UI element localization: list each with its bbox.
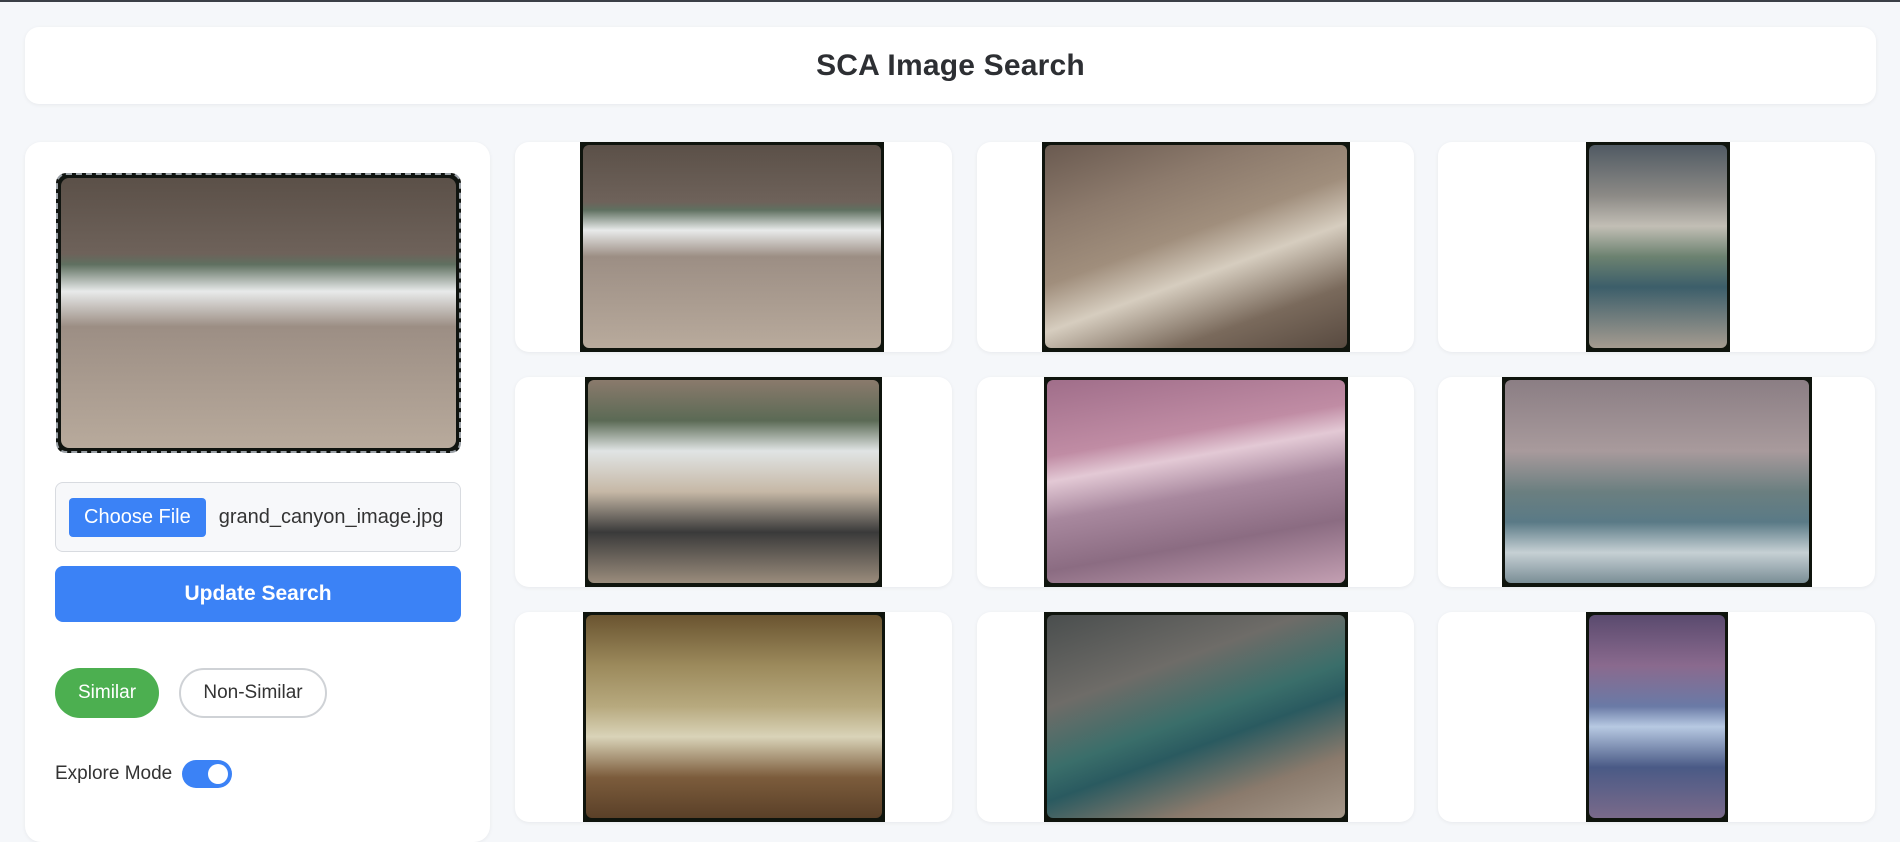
page-title: SCA Image Search: [816, 48, 1085, 82]
similar-toggle-button[interactable]: Similar: [55, 668, 159, 718]
result-photo: [1589, 145, 1727, 348]
query-image-dropzone[interactable]: [56, 173, 461, 453]
result-card[interactable]: [977, 142, 1414, 352]
file-input[interactable]: Choose File grand_canyon_image.jpg: [55, 482, 461, 552]
result-card[interactable]: [977, 377, 1414, 587]
result-card[interactable]: [1438, 612, 1875, 822]
result-thumbnail: [1044, 612, 1348, 822]
result-photo: [586, 615, 882, 818]
result-thumbnail: [583, 612, 885, 822]
app-header: SCA Image Search: [25, 27, 1876, 104]
update-search-button[interactable]: Update Search: [55, 566, 461, 622]
top-border: [0, 0, 1900, 2]
result-thumbnail: [585, 377, 882, 587]
switch-knob: [208, 764, 229, 784]
result-photo: [1047, 615, 1345, 818]
result-photo: [1505, 380, 1809, 583]
result-photo: [1045, 145, 1347, 348]
explore-mode-row: Explore Mode: [55, 760, 233, 788]
result-card[interactable]: [515, 142, 952, 352]
result-photo: [1047, 380, 1345, 583]
result-thumbnail: [1044, 377, 1348, 587]
selected-file-name: grand_canyon_image.jpg: [218, 505, 444, 528]
result-thumbnail: [580, 142, 884, 352]
result-card[interactable]: [515, 377, 952, 587]
result-photo: [583, 145, 881, 348]
query-image: [61, 178, 456, 448]
non-similar-toggle-button[interactable]: Non-Similar: [179, 668, 327, 718]
search-sidebar: Choose File grand_canyon_image.jpg Updat…: [25, 142, 490, 842]
result-thumbnail: [1042, 142, 1350, 352]
result-card[interactable]: [1438, 142, 1875, 352]
result-card[interactable]: [1438, 377, 1875, 587]
result-card[interactable]: [515, 612, 952, 822]
choose-file-button[interactable]: Choose File: [69, 497, 206, 537]
result-thumbnail: [1586, 612, 1728, 822]
result-thumbnail: [1502, 377, 1812, 587]
result-thumbnail: [1586, 142, 1730, 352]
result-photo: [588, 380, 879, 583]
explore-mode-switch[interactable]: [182, 760, 233, 788]
result-card[interactable]: [977, 612, 1414, 822]
explore-mode-label: Explore Mode: [55, 763, 173, 784]
result-photo: [1589, 615, 1725, 818]
